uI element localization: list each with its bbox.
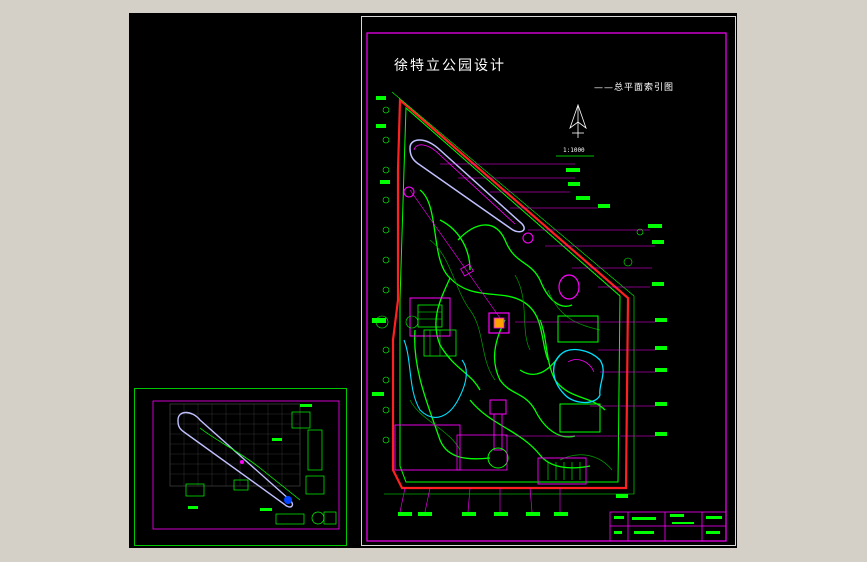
park-paths — [414, 189, 606, 469]
central-pavilion — [488, 312, 510, 334]
north-arrow-icon — [569, 103, 587, 138]
southeast-building — [559, 403, 601, 433]
detail-thumbnail-content — [152, 400, 340, 530]
south-axis — [487, 399, 509, 469]
north-pond — [409, 139, 525, 233]
southwest-area — [394, 424, 461, 471]
title-block-text-marks — [614, 514, 722, 534]
site-boundary — [391, 97, 630, 490]
drawing-scale: 1:1000 — [563, 147, 585, 154]
south-building — [537, 457, 587, 485]
east-pond — [553, 348, 604, 404]
drawing-subtitle: ——总平面索引图 — [594, 83, 675, 93]
sheet-frame — [366, 32, 727, 542]
east-building — [557, 315, 599, 343]
west-plaza — [409, 297, 457, 357]
drawing-title: 徐特立公园设计 — [394, 58, 506, 74]
cad-drawing-svg — [152, 32, 727, 542]
east-pond-edge — [567, 359, 595, 373]
street-edge — [384, 91, 635, 495]
index-labels — [372, 96, 667, 516]
secondary-paths — [409, 239, 613, 471]
northeast-feature — [403, 186, 580, 300]
south-plaza — [456, 434, 508, 471]
